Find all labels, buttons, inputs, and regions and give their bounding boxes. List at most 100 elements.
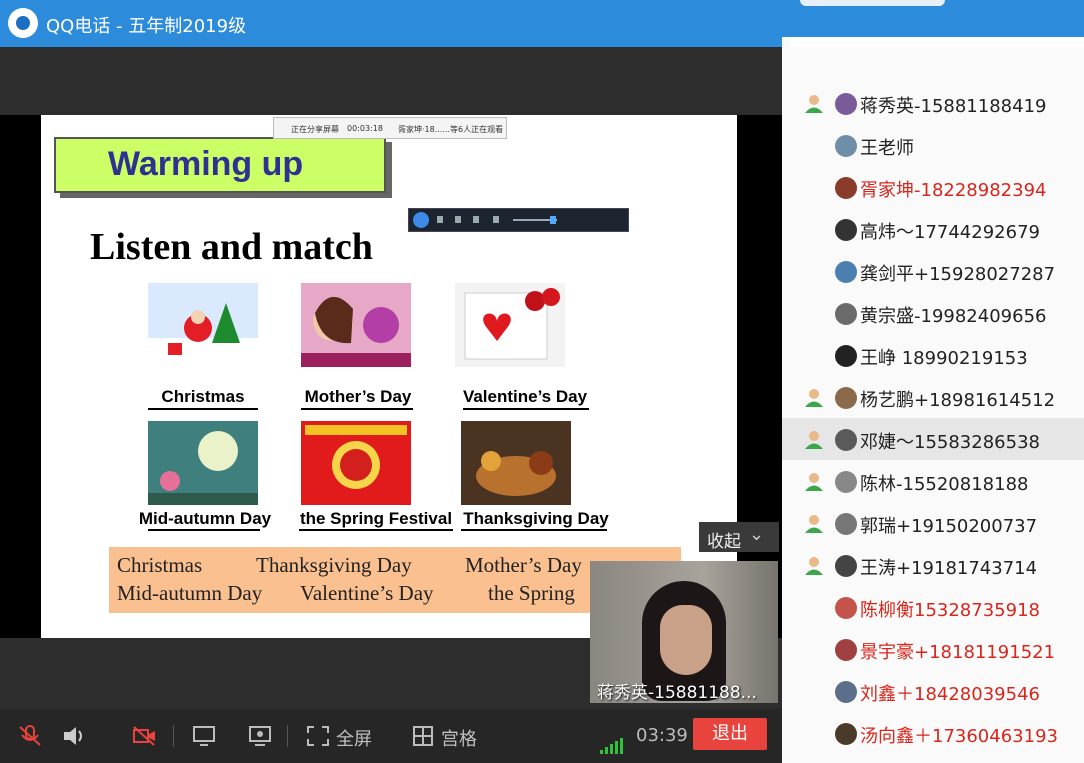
member-avatar xyxy=(835,429,857,451)
letterbox-left xyxy=(0,115,41,638)
member-avatar xyxy=(835,723,857,745)
stop-icon[interactable] xyxy=(437,216,443,223)
exit-call-button[interactable]: 退出 xyxy=(693,718,767,750)
member-name: 景宇豪+18181191521 xyxy=(860,642,1056,663)
member-row[interactable]: 杨艺鹏+18981614512 xyxy=(782,376,1084,418)
warming-up-banner: Warming up xyxy=(54,137,386,193)
answer-option: Mid-autumn Day xyxy=(117,581,263,605)
camera-user-name: 蒋秀英-15881188... xyxy=(597,683,757,703)
shared-slide: Warming up 正在分享屏幕 00:03:18 胥家坤·18......等… xyxy=(41,115,737,638)
fullscreen-button[interactable]: 全屏 xyxy=(336,725,372,751)
picture-label: Valentine’s Day xyxy=(462,387,588,406)
member-name: 杨艺鹏+18981614512 xyxy=(860,390,1056,411)
thanksgiving-picture xyxy=(461,421,571,505)
answer-underline xyxy=(299,529,453,531)
share-viewers: 胥家坤·18......等6人正在观看 xyxy=(398,125,504,134)
next-icon[interactable] xyxy=(473,216,479,223)
share-time: 00:03:18 xyxy=(347,124,383,133)
member-row[interactable]: 汤向鑫＋17360463193 xyxy=(782,712,1084,754)
answer-underline xyxy=(463,408,589,410)
christmas-picture xyxy=(148,283,258,367)
picture-label: Christmas xyxy=(161,387,245,406)
member-row[interactable]: 胥家坤-18228982394 xyxy=(782,166,1084,208)
member-row[interactable]: 王涛+19181743714 xyxy=(782,544,1084,586)
member-row[interactable]: 王老师 xyxy=(782,124,1084,166)
member-avatar xyxy=(835,93,857,115)
member-row[interactable]: 陈柳衡15328735918 xyxy=(782,586,1084,628)
answer-option: Valentine’s Day xyxy=(300,581,434,605)
share-status: 正在分享屏幕 xyxy=(291,125,339,134)
play-icon[interactable] xyxy=(413,212,429,228)
user-role-icon xyxy=(805,431,823,449)
member-avatar xyxy=(835,555,857,577)
member-avatar xyxy=(835,177,857,199)
member-avatar xyxy=(835,597,857,619)
member-name: 刘鑫＋18428039546 xyxy=(860,684,1040,705)
user-role-icon xyxy=(805,557,823,575)
window-title: QQ电话 - 五年制2019级 xyxy=(46,16,247,37)
fullscreen-icon[interactable] xyxy=(306,725,330,747)
chevron-down-icon: ⌄ xyxy=(749,524,765,545)
member-avatar xyxy=(835,513,857,535)
member-row[interactable]: 王峥 18990219153 xyxy=(782,334,1084,376)
answer-option: Thanksgiving Day xyxy=(256,553,412,577)
slide-title: Listen and match xyxy=(90,226,373,268)
answer-underline xyxy=(301,408,413,410)
member-row[interactable]: 邓婕～15583286538 xyxy=(782,418,1084,460)
member-row[interactable]: 蒋秀英-15881188419 xyxy=(782,82,1084,124)
mothers-day-picture xyxy=(301,283,411,367)
answer-option: the Spring xyxy=(488,581,575,605)
member-row[interactable]: 郭瑞+19150200737 xyxy=(782,502,1084,544)
member-avatar xyxy=(835,471,857,493)
share-status-bar: 正在分享屏幕 00:03:18 胥家坤·18......等6人正在观看 xyxy=(273,117,507,139)
record-icon[interactable] xyxy=(248,725,272,747)
member-row[interactable]: 黄宗盛-19982409656 xyxy=(782,292,1084,334)
member-name: 郭瑞+19150200737 xyxy=(860,516,1038,537)
member-name: 王峥 18990219153 xyxy=(860,348,1028,369)
user-role-icon xyxy=(805,473,823,491)
member-row[interactable]: 高炜～17744292679 xyxy=(782,208,1084,250)
collapse-label: 收起 xyxy=(707,532,741,552)
member-name: 胥家坤-18228982394 xyxy=(860,180,1047,201)
member-name: 高炜～17744292679 xyxy=(860,222,1040,243)
warming-up-text: Warming up xyxy=(108,145,304,183)
member-avatar xyxy=(835,261,857,283)
answer-underline xyxy=(148,529,260,531)
picture-label: the Spring Festival xyxy=(299,509,453,528)
member-name: 龚剑平+15928027287 xyxy=(860,264,1056,285)
speaker-icon[interactable] xyxy=(62,725,86,747)
collapse-button[interactable]: 收起 ⌄ xyxy=(699,522,779,552)
answer-option: Mother’s Day xyxy=(465,553,582,577)
mic-muted-icon[interactable] xyxy=(18,725,42,747)
member-name: 王涛+19181743714 xyxy=(860,558,1038,579)
call-toolbar: 全屏 宫格 03:39 退出 xyxy=(0,709,782,763)
picture-label: Mother’s Day xyxy=(304,387,412,406)
member-avatar xyxy=(835,681,857,703)
media-player[interactable] xyxy=(408,208,629,232)
member-avatar xyxy=(835,135,857,157)
previous-icon[interactable] xyxy=(455,216,461,223)
member-name: 邓婕～15583286538 xyxy=(860,432,1040,453)
title-decoration xyxy=(800,0,945,6)
picture-label: Thanksgiving Day xyxy=(463,509,609,528)
member-name: 王老师 xyxy=(860,138,914,159)
camera-off-icon[interactable] xyxy=(132,725,156,747)
share-screen-icon[interactable] xyxy=(192,725,216,747)
answer-option: Christmas xyxy=(117,553,203,577)
member-row[interactable]: 刘鑫＋18428039546 xyxy=(782,670,1084,712)
volume-icon[interactable] xyxy=(493,216,499,223)
user-role-icon xyxy=(805,515,823,533)
user-role-icon xyxy=(805,389,823,407)
answer-underline xyxy=(461,529,607,531)
grid-view-button[interactable]: 宫格 xyxy=(441,725,477,751)
volume-knob[interactable] xyxy=(550,216,556,224)
picture-label: Mid-autumn Day xyxy=(138,509,272,528)
camera-preview[interactable]: 蒋秀英-15881188... xyxy=(590,561,778,703)
grid-icon[interactable] xyxy=(412,725,436,747)
spring-festival-picture xyxy=(301,421,411,505)
member-row[interactable]: 景宇豪+18181191521 xyxy=(782,628,1084,670)
member-row[interactable]: 龚剑平+15928027287 xyxy=(782,250,1084,292)
member-row[interactable]: 陈林-15520818188 xyxy=(782,460,1084,502)
call-duration: 03:39 xyxy=(636,725,688,746)
member-avatar xyxy=(835,219,857,241)
